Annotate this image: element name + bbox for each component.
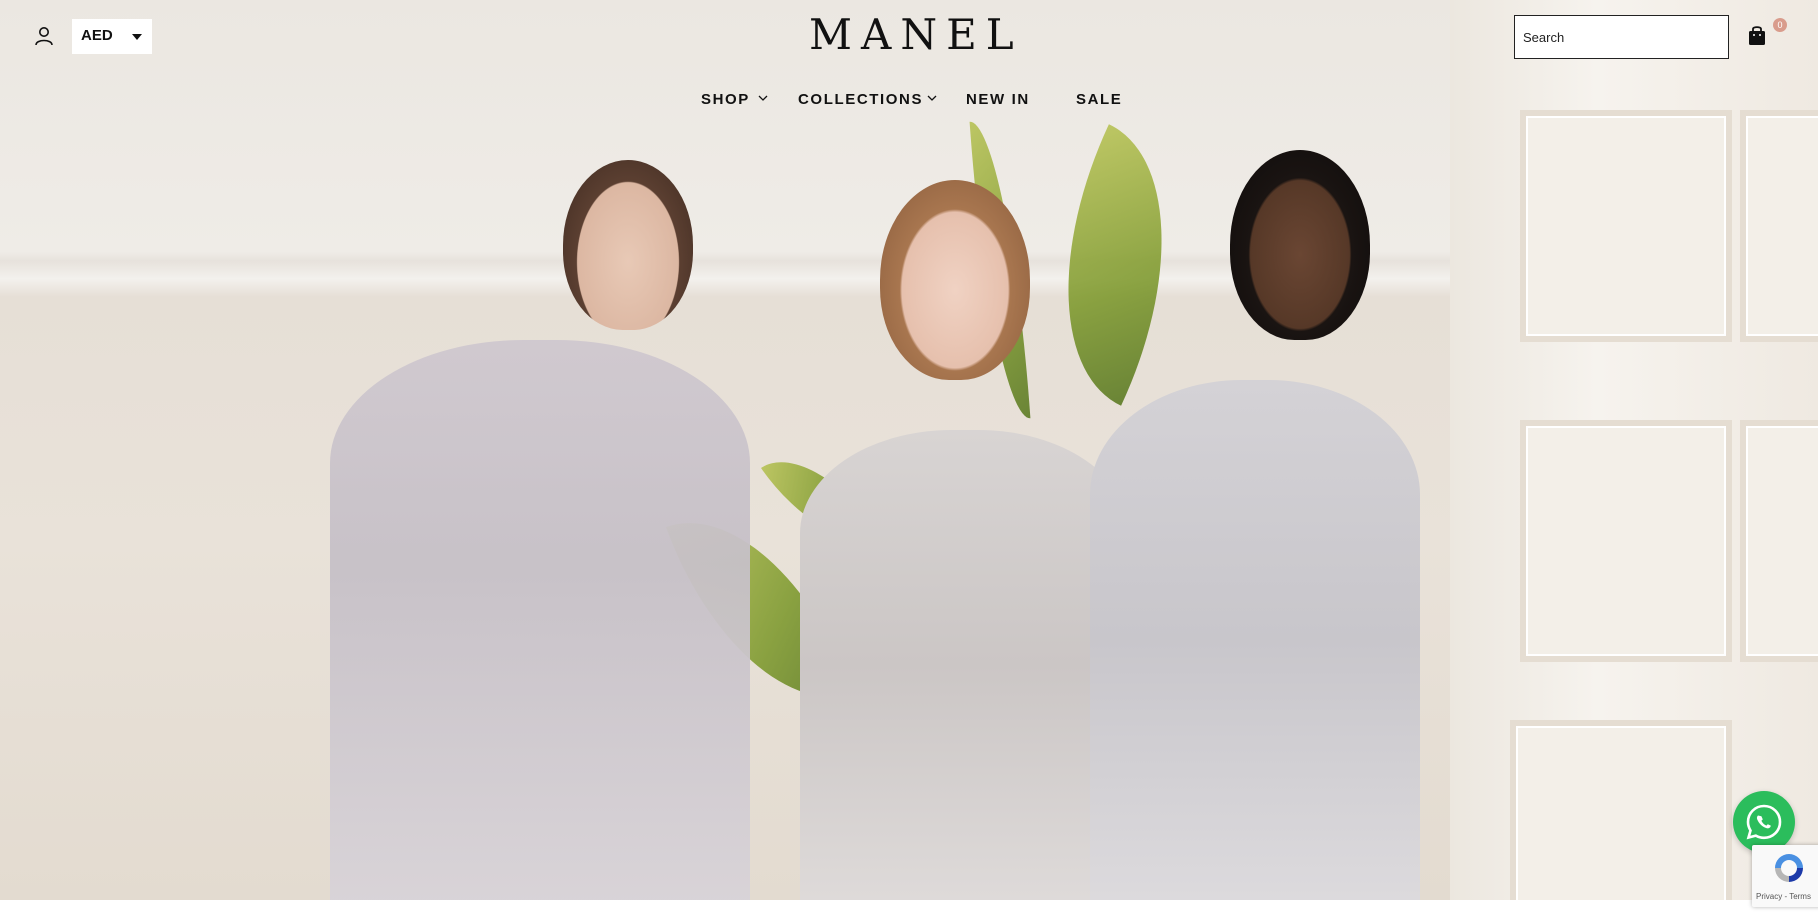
- main-nav: SHOP COLLECTIONS NEW IN SALE: [0, 91, 1818, 111]
- chevron-down-icon[interactable]: [758, 93, 768, 103]
- cart-count-badge: 0: [1773, 18, 1787, 32]
- recaptcha-links[interactable]: Privacy - Terms: [1756, 892, 1811, 901]
- model-center: [800, 430, 1130, 900]
- nav-item-collections[interactable]: COLLECTIONS: [798, 91, 923, 108]
- whatsapp-icon: [1746, 804, 1782, 840]
- currency-select[interactable]: AED: [72, 19, 152, 54]
- plant-leaf: [1003, 124, 1227, 406]
- whatsapp-button[interactable]: [1733, 791, 1795, 853]
- nav-item-new-in[interactable]: NEW IN: [966, 91, 1030, 108]
- nav-item-shop[interactable]: SHOP: [701, 91, 750, 108]
- search-box[interactable]: [1514, 15, 1729, 59]
- hero-image[interactable]: [0, 0, 1818, 900]
- model-center-head: [880, 180, 1030, 380]
- caret-down-icon: [132, 34, 142, 40]
- door-background: [1450, 0, 1818, 900]
- model-right-head: [1230, 150, 1370, 340]
- recaptcha-badge[interactable]: Privacy - Terms: [1752, 845, 1818, 907]
- currency-value: AED: [81, 27, 113, 44]
- shopping-bag-icon[interactable]: [1747, 24, 1767, 46]
- chevron-down-icon[interactable]: [927, 93, 937, 103]
- recaptcha-icon: [1775, 854, 1803, 882]
- model-right: [1090, 380, 1420, 900]
- model-left: [330, 340, 750, 900]
- brand-logo[interactable]: MANEL: [809, 10, 1014, 59]
- model-left-head: [563, 160, 693, 330]
- user-icon[interactable]: [34, 26, 54, 46]
- page: AED MANEL SHOP COLLECTIONS NEW IN SALE 0: [0, 0, 1818, 915]
- search-input[interactable]: [1521, 16, 1715, 58]
- nav-item-sale[interactable]: SALE: [1076, 91, 1122, 108]
